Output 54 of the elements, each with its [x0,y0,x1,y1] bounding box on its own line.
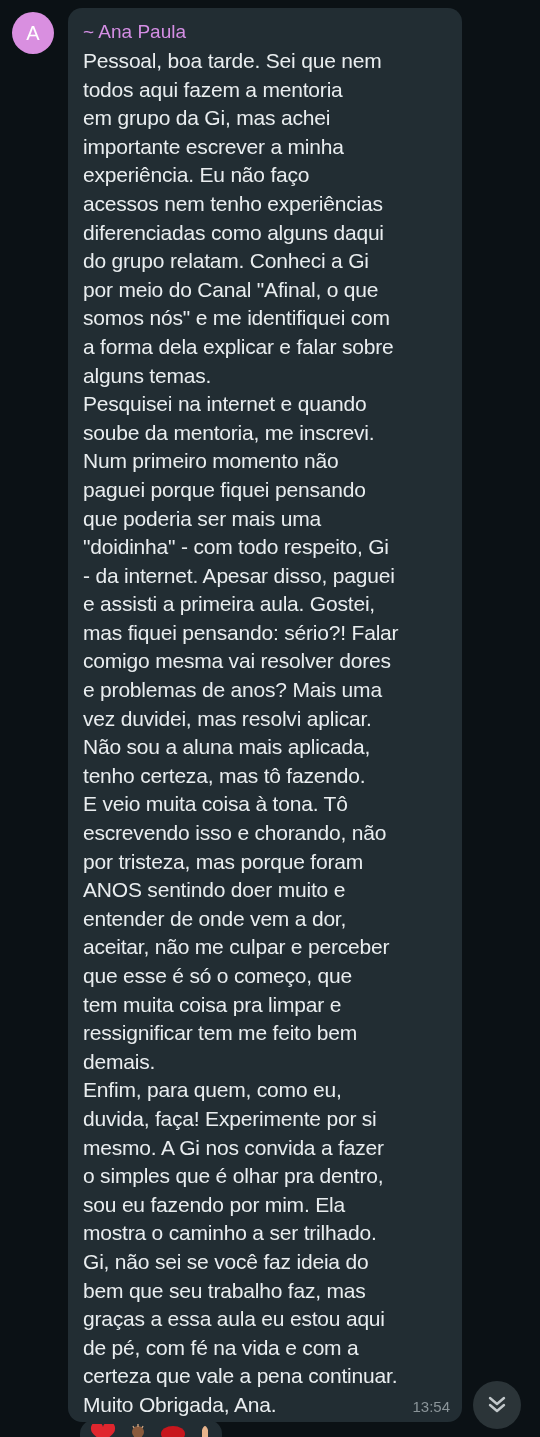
message-text-line: somos nós" e me identifiquei com [83,305,390,332]
message-text-line: soube da mentoria, me inscrevi. [83,419,375,446]
message-text-line: e assisti a primeira aula. Gostei, [83,591,375,618]
message-text-line: duvida, faça! Experimente por si [83,1105,377,1132]
message-text-line: mostra o caminho a ser trilhado. [83,1220,377,1247]
message-text-line: sou eu fazendo por mim. Ela [83,1191,345,1218]
message-text-line: - da internet. Apesar disso, paguei [83,562,395,589]
message-text-line: Não sou a aluna mais aplicada, [83,734,371,761]
message-text-line: do grupo relatam. Conheci a Gi [83,248,369,275]
message-text-line: ANOS sentindo doer muito e [83,877,346,904]
message-text-line: aceitar, não me culpar e perceber [83,934,390,961]
message-text-line: por tristeza, mas porque foram [83,848,363,875]
message-text-line: em grupo da Gi, mas achei [83,105,331,132]
message-text-line: paguei porque fiquei pensando [83,476,366,503]
message-text-line: escrevendo isso e chorando, não [83,820,387,847]
message-text-line: que esse é só o começo, que [83,963,352,989]
message-text-line: Num primeiro momento não [83,448,339,475]
message-text-line: certeza que vale a pena continuar. [83,1363,398,1390]
message-text-line: Muito Obrigada, Ana. [83,1391,277,1418]
message-text-line: vez duvidei, mas resolvi aplicar. [83,705,372,732]
message-text-line: acessos nem tenho experiências [83,190,383,217]
message-text-line: de pé, com fé na vida e com a [83,1334,359,1361]
message-text-line: o simples que é olhar pra dentro, [83,1163,384,1190]
message-text-line: alguns temas. [83,362,212,389]
sender-name: ~ Ana Paula [83,20,187,44]
message-text-line: diferenciadas como alguns daqui [83,219,384,246]
message-text-line: mas fiquei pensando: sério?! Falar [83,619,399,646]
message-text-line: e problemas de anos? Mais uma [83,677,382,704]
message-text-line: que poderia ser mais uma [83,505,321,532]
scroll-down-button[interactable] [473,1381,521,1429]
message-text-line: importante escrever a minha [83,133,344,160]
message-text-line: demais. [83,1048,156,1075]
message-text-line: tem muita coisa pra limpar e [83,991,342,1018]
message-text-line: Gi, não sei se você faz ideia do [83,1248,369,1275]
message-text-line: Pesquisei na internet e quando [83,391,367,418]
avatar[interactable]: A [12,12,54,54]
message-text-line: todos aqui fazem a mentoria [83,76,343,103]
message-text-line: mesmo. A Gi nos convida a fazer [83,1134,384,1161]
message-text-line: graças a essa aula eu estou aqui [83,1306,385,1333]
lips-icon [160,1424,186,1437]
message-text-line: Enfim, para quem, como eu, [83,1077,342,1104]
message-text-line: comigo mesma vai resolver dores [83,648,391,675]
heart-icon [90,1424,116,1437]
message-text-line: a forma dela explicar e falar sobre [83,333,394,360]
message-text-line: Pessoal, boa tarde. Sei que nem [83,48,382,74]
message-text-line: ressignificar tem me feito bem [83,1020,358,1047]
message-text-line: E veio muita coisa à tona. Tô [83,791,348,818]
message-text-line: "doidinha" - com todo respeito, Gi [83,534,389,561]
message-text-line: experiência. Eu não faço [83,162,310,189]
message-text-line: tenho certeza, mas tô fazendo. [83,762,366,789]
message-text-line: entender de onde vem a dor, [83,905,347,932]
message-text-line: bem que seu trabalho faz, mas [83,1277,366,1304]
timestamp: 13:54 [412,1396,450,1417]
message-text-line: por meio do Canal "Afinal, o que [83,276,379,303]
